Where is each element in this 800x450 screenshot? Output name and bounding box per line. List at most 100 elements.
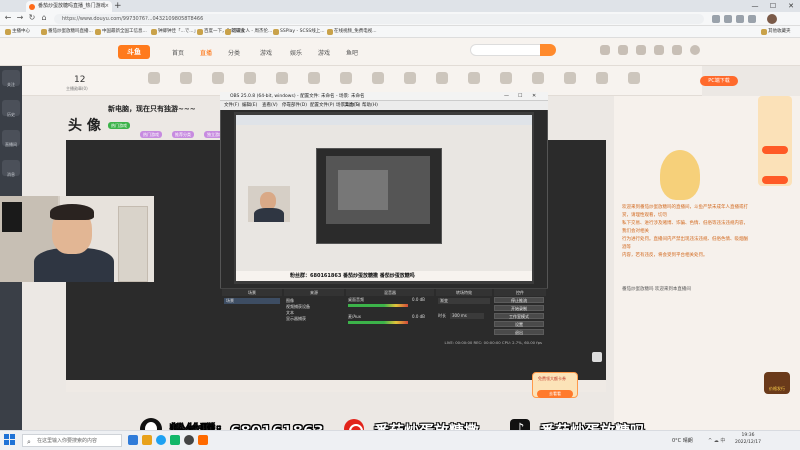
tool-icon[interactable] (276, 72, 288, 84)
transition-select[interactable]: 渐变 (438, 298, 490, 304)
site-search-button[interactable] (540, 44, 556, 56)
studio-mode-button[interactable]: 工作室模式 (494, 313, 544, 319)
message-icon[interactable] (654, 45, 664, 55)
pc-download-button[interactable]: PC端下载 (700, 76, 738, 86)
promo-banner[interactable] (758, 96, 792, 186)
download-icon[interactable] (636, 45, 646, 55)
collections-icon[interactable] (748, 15, 756, 23)
exit-button[interactable]: 退出 (494, 329, 544, 335)
bookmark-item[interactable]: 中国最新全国工信息... (94, 26, 147, 38)
history-icon[interactable] (600, 45, 610, 55)
home-button[interactable]: ⌂ (38, 13, 50, 22)
favorites-icon[interactable] (736, 15, 744, 23)
gift-badge[interactable]: 价格发行 (764, 372, 790, 394)
clock[interactable]: 19:36 2022/12/17 (728, 432, 768, 446)
obs-menu-tools-label[interactable]: 工具(T) (344, 102, 359, 108)
back-button[interactable]: ← (2, 13, 14, 22)
tool-icon[interactable] (148, 72, 160, 84)
promo-button[interactable] (762, 176, 788, 184)
tool-icon[interactable] (596, 72, 608, 84)
obs-taskbar-icon[interactable] (184, 435, 194, 445)
refresh-button[interactable]: ↻ (26, 13, 38, 22)
obs-menu-view[interactable]: 查看(V) (262, 102, 278, 108)
side-toggle-button[interactable] (592, 352, 602, 362)
bookmark-item[interactable]: 钟卿钟佳「...で...」 (150, 26, 198, 38)
bookmark-item[interactable]: 番茄炒蛋放糖吗直播... (40, 26, 93, 38)
bookmark-item[interactable]: SSPlay - SCSS线上... (272, 26, 325, 38)
nav-games-2[interactable]: 游戏 (318, 48, 330, 57)
start-recording-button[interactable]: 开始录制 (494, 305, 544, 311)
wechat-icon[interactable] (170, 435, 180, 445)
tool-icon[interactable] (180, 72, 192, 84)
tool-icon[interactable] (404, 72, 416, 84)
nav-entertainment[interactable]: 娱乐 (290, 48, 302, 57)
tool-icon[interactable] (436, 72, 448, 84)
weather-widget[interactable]: 0°C 晴朗 (672, 437, 693, 444)
sidebar-label: 消息 (7, 172, 15, 177)
bookmark-item[interactable]: 可爱女人 - 周杰伦... (224, 26, 272, 38)
scene-item[interactable]: 场景 (224, 298, 280, 304)
browser-tab[interactable]: 番茄炒蛋放糖吗直播_热门游戏 × (26, 1, 112, 12)
nav-yuba[interactable]: 鱼吧 (346, 48, 358, 57)
nav-category[interactable]: 分类 (228, 48, 240, 57)
clock-time: 19:36 (741, 433, 755, 438)
obs-menu-docks[interactable]: 停靠部件(D) (282, 102, 307, 108)
obs-menu-edit[interactable]: 编辑(E) (242, 102, 257, 108)
windows-start-icon[interactable] (4, 434, 16, 446)
tool-icon[interactable] (372, 72, 384, 84)
tool-icon[interactable] (244, 72, 256, 84)
follow-icon[interactable] (618, 45, 628, 55)
site-logo[interactable]: 斗鱼 (118, 45, 150, 59)
settings-button[interactable]: 设置 (494, 321, 544, 327)
new-tab-button[interactable]: + (114, 0, 122, 12)
tool-icon[interactable] (532, 72, 544, 84)
bookmark-item[interactable]: 主播中心 (4, 26, 30, 38)
nav-games[interactable]: 游戏 (260, 48, 272, 57)
category-badge[interactable]: 热门游戏 (140, 131, 162, 138)
nav-live[interactable]: 直播 (200, 48, 212, 57)
nested-obs-preview-inner (338, 170, 388, 210)
user-avatar[interactable] (690, 45, 700, 55)
close-window-button[interactable]: ✕ (782, 0, 800, 12)
obs-close-button[interactable]: ✕ (532, 93, 536, 99)
profile-avatar[interactable] (767, 14, 777, 24)
category-badge[interactable]: 推荐分类 (172, 131, 194, 138)
file-explorer-icon[interactable] (142, 435, 152, 445)
obs-maximize-button[interactable]: ☐ (518, 93, 522, 99)
maximize-button[interactable]: ☐ (764, 0, 782, 12)
minimize-button[interactable]: — (746, 0, 764, 12)
tool-icon[interactable] (628, 72, 640, 84)
tab-close-icon[interactable]: × (105, 1, 109, 12)
extension-icon[interactable] (712, 15, 720, 23)
chest-button[interactable]: 去看看 (537, 390, 573, 398)
bookmark-item[interactable]: 在线视频_免费电视... (326, 26, 377, 38)
tool-icon[interactable] (340, 72, 352, 84)
obs-menu-help[interactable]: 帮助(H) (362, 102, 378, 108)
chat-line: 行为进行处罚。直播间内严禁出现违法违规、低俗色情、吸烟酗酒等 (622, 237, 748, 250)
stop-stream-button[interactable]: 停止推流 (494, 297, 544, 303)
obs-status-bar: LIVE: 00:00:00 REC: 00:00:00 CPU: 2.7%, … (220, 340, 548, 346)
url-field[interactable]: https://www.douyu.com/9973076?...0432109… (54, 14, 704, 24)
nav-home[interactable]: 首页 (172, 48, 184, 57)
promo-button[interactable] (762, 146, 788, 154)
obs-menu-profile[interactable]: 配置文件(P) (310, 102, 334, 108)
system-tray[interactable]: ^ ☁ 中 (708, 437, 725, 444)
split-screen-icon[interactable] (724, 15, 732, 23)
tool-icon[interactable] (468, 72, 480, 84)
tool-icon[interactable] (500, 72, 512, 84)
tool-icon[interactable] (308, 72, 320, 84)
category-badge[interactable]: 热门游戏 (108, 122, 130, 129)
task-view-icon[interactable] (128, 435, 138, 445)
broadcast-icon[interactable] (672, 45, 682, 55)
tool-icon[interactable] (564, 72, 576, 84)
douyu-taskbar-icon[interactable] (198, 435, 208, 445)
tool-icon[interactable] (212, 72, 224, 84)
obs-menu-file[interactable]: 文件(F) (224, 102, 239, 108)
source-item[interactable]: 显示器捕获 (286, 316, 344, 322)
duration-field[interactable]: 300 ms (450, 313, 484, 319)
forward-button[interactable]: → (14, 13, 26, 22)
other-bookmarks[interactable]: 其他收藏夹 (760, 26, 791, 38)
edge-icon[interactable] (156, 435, 166, 445)
obs-minimize-button[interactable]: — (504, 93, 509, 99)
taskbar-search-input[interactable]: ⌕ 在这里输入你要搜索的内容 (22, 434, 122, 447)
